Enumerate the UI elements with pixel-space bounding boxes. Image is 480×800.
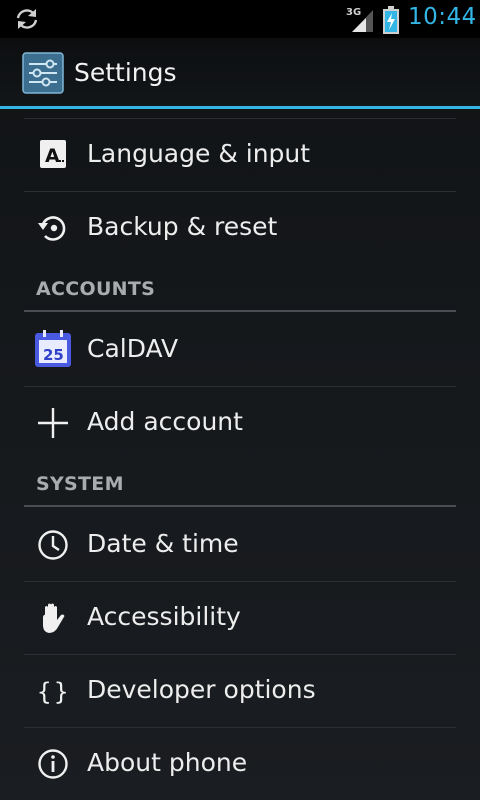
settings-item-label: Language & input	[87, 139, 311, 168]
settings-item-accessibility[interactable]: Accessibility	[24, 582, 456, 654]
svg-text:}: }	[54, 678, 68, 706]
settings-item-label: Accessibility	[87, 602, 241, 631]
settings-item-label: Date & time	[87, 529, 239, 558]
settings-item-label: Backup & reset	[87, 212, 278, 241]
info-icon	[38, 749, 68, 779]
section-header-label: SYSTEM	[36, 473, 124, 495]
add-account-button[interactable]: Add account	[24, 387, 456, 459]
language-icon: A	[40, 140, 66, 168]
hand-icon	[43, 603, 65, 633]
calendar-icon-date: 25	[43, 346, 64, 364]
section-header-divider	[24, 310, 456, 312]
braces-icon: { }	[37, 678, 68, 706]
plus-icon	[38, 408, 68, 438]
settings-item-label: CalDAV	[87, 334, 179, 363]
status-clock: 10:44	[408, 4, 477, 30]
settings-item-backup-reset[interactable]: Backup & reset	[24, 192, 456, 264]
settings-item-label: About phone	[87, 748, 248, 777]
settings-item-language-input[interactable]: A Language & input	[24, 119, 456, 191]
settings-screen: 3G 10:44 Settings A Language & input Bac…	[0, 0, 480, 800]
action-bar-accent-line	[0, 106, 480, 109]
svg-text:A: A	[45, 145, 60, 167]
section-header-accounts: ACCOUNTS	[24, 266, 456, 312]
settings-item-about-phone[interactable]: About phone	[24, 728, 456, 800]
settings-item-label: Add account	[87, 407, 243, 436]
settings-app-icon[interactable]	[22, 52, 64, 94]
settings-item-developer-options[interactable]: { } Developer options	[24, 655, 456, 727]
signal-icon: 3G	[346, 7, 373, 32]
status-bar: 3G 10:44	[0, 0, 480, 38]
section-header-divider	[24, 505, 456, 507]
calendar-icon: 25	[35, 330, 71, 367]
page-title: Settings	[74, 58, 177, 87]
settings-item-caldav[interactable]: 25 CalDAV	[24, 314, 456, 386]
settings-item-date-time[interactable]: Date & time	[24, 509, 456, 581]
network-type-label: 3G	[346, 7, 361, 18]
sync-icon	[16, 9, 38, 29]
section-header-label: ACCOUNTS	[36, 278, 156, 300]
svg-text:{: {	[37, 678, 51, 706]
settings-item-label: Developer options	[87, 675, 316, 704]
clock-icon	[38, 530, 68, 560]
backup-restore-icon	[38, 216, 66, 241]
action-bar	[0, 38, 480, 108]
section-header-system: SYSTEM	[24, 461, 456, 507]
battery-charging-icon	[383, 6, 399, 34]
